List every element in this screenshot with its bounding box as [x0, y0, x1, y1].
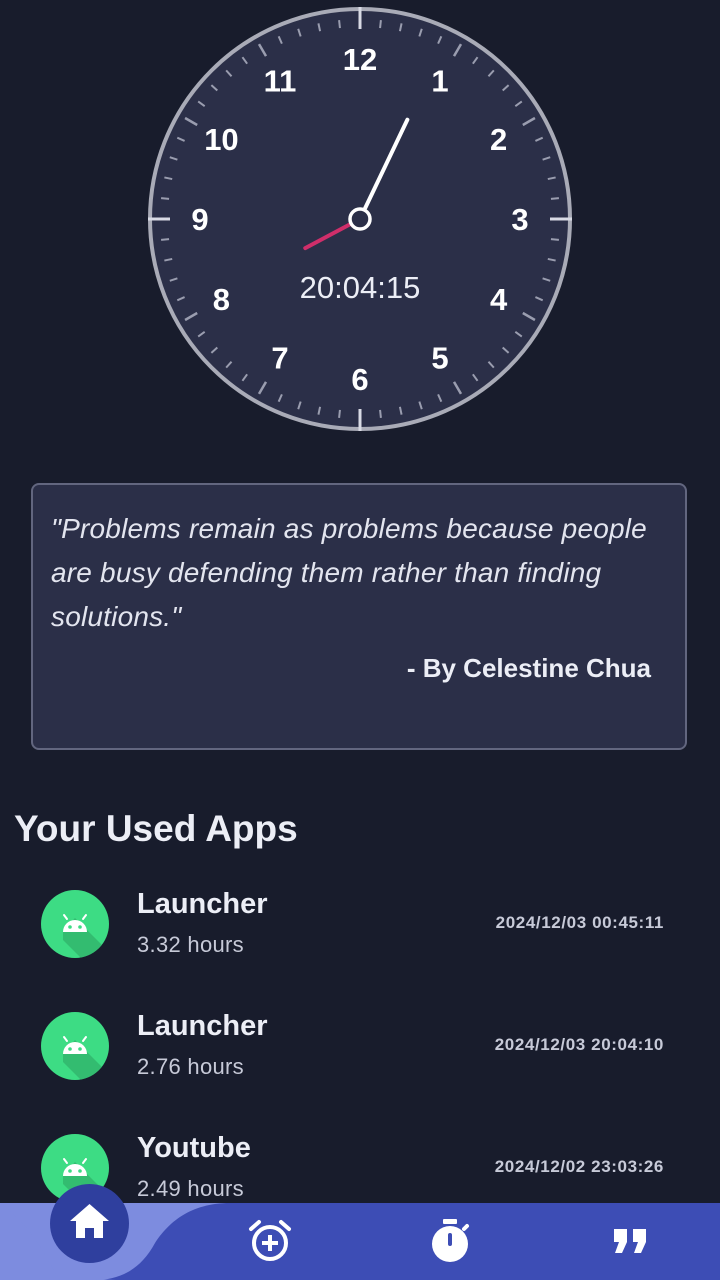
clock-tick — [160, 238, 170, 241]
quote-text: "Problems remain as problems because peo… — [51, 513, 647, 632]
list-item[interactable]: Launcher 2.76 hours 2024/12/03 20:04:10 — [0, 992, 720, 1102]
nav-quote-button[interactable] — [609, 1223, 651, 1259]
home-icon — [70, 1204, 109, 1238]
add-alarm-icon — [249, 1220, 291, 1261]
stopwatch-icon — [432, 1219, 469, 1262]
list-item[interactable]: Launcher 3.32 hours 2024/12/03 00:45:11 — [0, 870, 720, 980]
nav-stopwatch-button[interactable] — [426, 1217, 474, 1265]
app-last-used: 2024/12/02 23:03:26 — [494, 1157, 664, 1176]
clock-tick — [338, 409, 341, 419]
clock-face: 121234567891011 — [148, 7, 572, 431]
section-title: Your Used Apps — [14, 808, 298, 849]
clock-tick — [338, 19, 341, 29]
app-usage: 2.76 hours — [137, 1054, 244, 1079]
app-name: Youtube — [137, 1132, 251, 1164]
clock-numeral: 5 — [431, 341, 448, 376]
clock-numeral: 2 — [490, 122, 507, 157]
clock-tick — [160, 197, 170, 200]
nav-home-button[interactable] — [50, 1184, 129, 1263]
app-name: Launcher — [137, 888, 268, 920]
clock-center-pin — [348, 207, 372, 231]
android-icon — [41, 1012, 109, 1080]
clock-numeral: 7 — [271, 341, 288, 376]
app-usage: 3.32 hours — [137, 932, 244, 957]
clock-numeral: 9 — [191, 202, 208, 237]
android-icon — [41, 890, 109, 958]
digital-time: 20:04:15 — [299, 270, 421, 305]
quote-card: "Problems remain as problems because peo… — [31, 483, 687, 750]
app-name: Launcher — [137, 1010, 268, 1042]
app-usage: 2.49 hours — [137, 1176, 244, 1201]
clock-numeral: 1 — [431, 63, 448, 98]
clock-tick — [550, 238, 560, 241]
analog-clock: 12 1 2 3 4 5 6 7 8 9 10 11 20:04:15 — [0, 0, 720, 440]
clock-numeral: 6 — [351, 362, 368, 397]
bottom-nav — [0, 1184, 720, 1280]
clock-numeral: 11 — [264, 63, 297, 98]
clock-numeral: 12 — [343, 42, 377, 77]
clock-numeral: 3 — [511, 202, 528, 237]
clock-tick — [550, 197, 560, 200]
clock-numeral: 10 — [204, 122, 238, 157]
nav-alarm-button[interactable] — [246, 1217, 294, 1265]
quote-author: - By Celestine Chua — [406, 653, 651, 683]
app-last-used: 2024/12/03 20:04:10 — [494, 1035, 664, 1054]
clock-tick — [379, 409, 382, 419]
clock-tick — [379, 19, 382, 29]
app-last-used: 2024/12/03 00:45:11 — [495, 913, 664, 932]
quote-icon — [614, 1229, 646, 1253]
